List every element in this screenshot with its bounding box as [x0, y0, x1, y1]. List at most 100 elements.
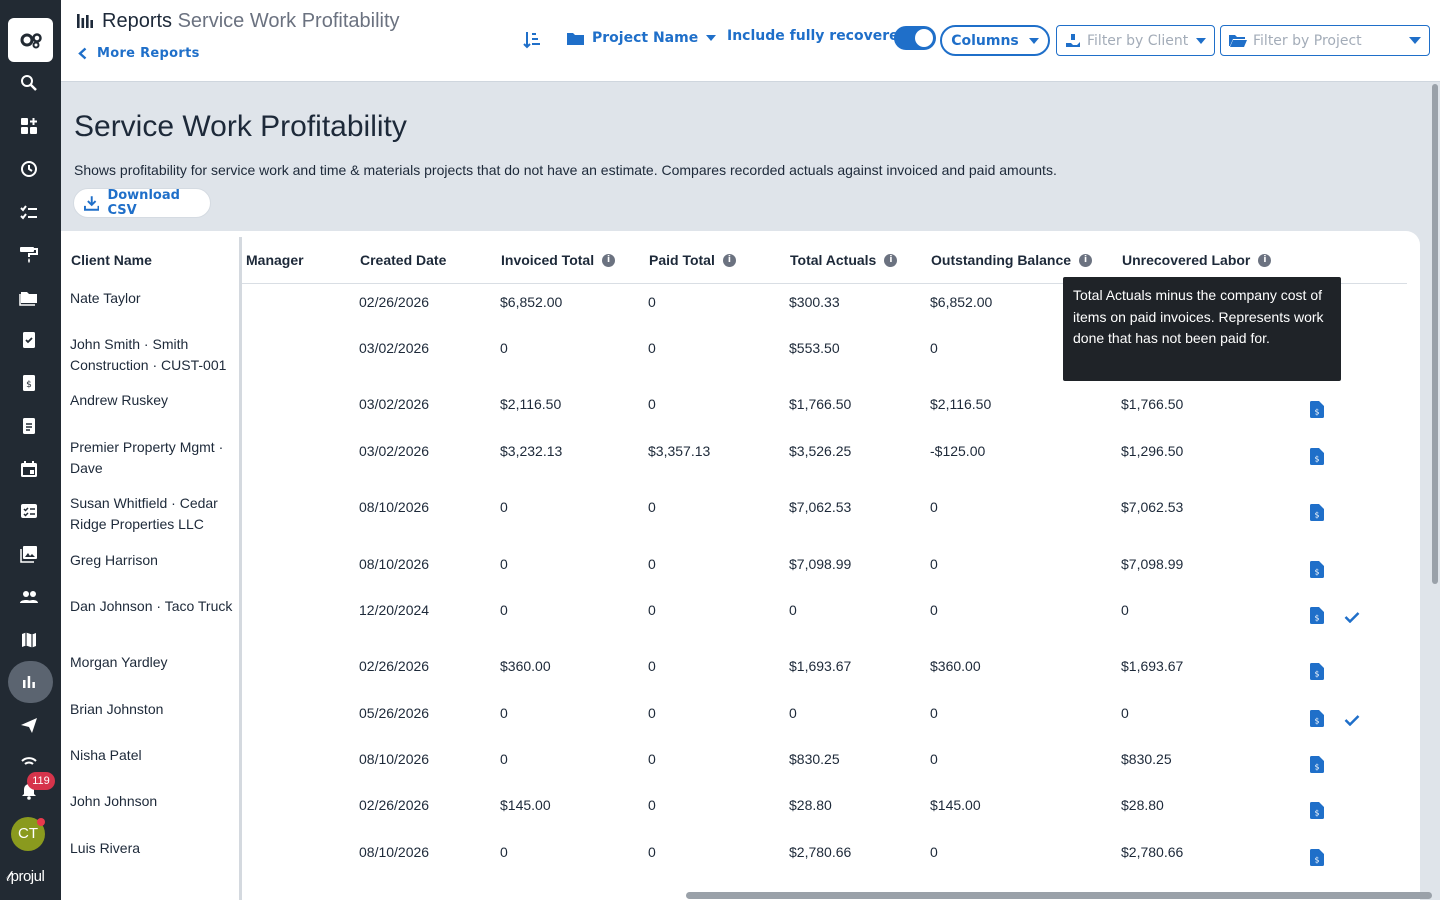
- cell-unrecovered: 0: [1121, 602, 1129, 618]
- estimate-doc-icon[interactable]: [15, 326, 43, 354]
- cell-actuals: $7,098.99: [789, 556, 852, 572]
- info-icon[interactable]: i: [1079, 253, 1093, 267]
- folders-icon[interactable]: [15, 283, 43, 311]
- include-recovered-toggle[interactable]: [894, 26, 936, 50]
- clock-icon[interactable]: [15, 155, 43, 183]
- column-header[interactable]: Client Name: [71, 252, 152, 268]
- column-header[interactable]: Total Actuals i: [790, 252, 898, 268]
- invoice-doc-icon[interactable]: $: [1310, 561, 1324, 578]
- invoice-doc-icon[interactable]: $: [1310, 448, 1324, 465]
- info-icon[interactable]: i: [884, 253, 898, 267]
- cell-paid: 0: [648, 844, 656, 860]
- client-name-cell[interactable]: John Johnson: [70, 791, 238, 812]
- invoice-doc-icon[interactable]: $: [1310, 401, 1324, 418]
- svg-text:$: $: [1315, 717, 1320, 726]
- cell-invoiced: $3,232.13: [500, 443, 563, 459]
- invoice-doc-icon[interactable]: $: [15, 369, 43, 397]
- client-name-cell[interactable]: Greg Harrison: [70, 550, 238, 571]
- nav-rail: $ 119 CT 𝓉projul: [0, 0, 61, 900]
- cell-outstanding: 0: [930, 705, 938, 721]
- cell-paid: 0: [648, 797, 656, 813]
- column-header[interactable]: Unrecovered Labor i: [1122, 252, 1272, 268]
- info-icon[interactable]: i: [602, 253, 616, 267]
- invoice-doc-icon[interactable]: $: [1310, 710, 1324, 727]
- info-icon[interactable]: i: [722, 253, 736, 267]
- column-header-label: Total Actuals: [790, 252, 877, 268]
- info-icon[interactable]: i: [1258, 253, 1272, 267]
- cell-invoiced: 0: [500, 499, 508, 515]
- column-header-label: Outstanding Balance: [931, 252, 1072, 268]
- cell-unrecovered: $830.25: [1121, 751, 1172, 767]
- cell-invoiced: 0: [500, 705, 508, 721]
- cell-paid: 0: [648, 396, 656, 412]
- column-header[interactable]: Paid Total i: [649, 252, 736, 268]
- map-icon[interactable]: [15, 626, 43, 654]
- tasks-board-icon[interactable]: [15, 497, 43, 525]
- download-csv-label: Download CSV: [107, 188, 180, 218]
- checklist-icon[interactable]: [15, 198, 43, 226]
- client-name-cell[interactable]: Dan Johnson · Taco Truck: [70, 596, 238, 617]
- client-name-cell[interactable]: Susan Whitfield · Cedar Ridge Properties…: [70, 493, 238, 535]
- paint-roller-icon[interactable]: [15, 240, 43, 268]
- bar-chart-icon[interactable]: [15, 668, 43, 696]
- client-name-cell[interactable]: Premier Property Mgmt · Dave: [70, 437, 238, 479]
- people-icon[interactable]: [15, 583, 43, 611]
- sort-icon[interactable]: [522, 30, 542, 54]
- reports-icon: [76, 12, 94, 34]
- invoice-doc-icon[interactable]: $: [1310, 802, 1324, 819]
- cell-created: 03/02/2026: [359, 396, 430, 412]
- invoice-doc-icon[interactable]: $: [1310, 607, 1324, 624]
- horizontal-scrollbar[interactable]: [686, 892, 1432, 899]
- client-name-cell[interactable]: Luis Rivera: [70, 838, 238, 859]
- cell-invoiced: 0: [500, 751, 508, 767]
- signal-icon[interactable]: [15, 752, 43, 766]
- caret-down-icon: [1196, 37, 1206, 44]
- column-header[interactable]: Outstanding Balance i: [931, 252, 1093, 268]
- group-by-dropdown[interactable]: Project Name: [567, 30, 717, 46]
- column-header[interactable]: Created Date: [360, 252, 446, 268]
- folder-open-icon: [1229, 35, 1247, 47]
- more-reports-link[interactable]: More Reports: [78, 46, 200, 61]
- download-icon: [84, 196, 100, 211]
- cell-paid: 0: [648, 751, 656, 767]
- svg-text:$: $: [1315, 408, 1320, 417]
- calendar-icon[interactable]: [15, 455, 43, 483]
- cell-actuals: $553.50: [789, 340, 840, 356]
- invoice-doc-icon[interactable]: $: [1310, 504, 1324, 521]
- column-header-label: Unrecovered Labor: [1122, 252, 1251, 268]
- cell-paid: 0: [648, 556, 656, 572]
- column-header-label: Client Name: [71, 252, 152, 268]
- cell-created: 02/26/2026: [359, 658, 430, 674]
- client-name-cell[interactable]: John Smith · Smith Construction · CUST-0…: [70, 334, 238, 376]
- page-description: Shows profitability for service work and…: [74, 162, 1057, 178]
- download-csv-button[interactable]: Download CSV: [73, 188, 211, 218]
- client-name-cell[interactable]: Nisha Patel: [70, 745, 238, 766]
- client-name-cell[interactable]: Andrew Ruskey: [70, 390, 238, 411]
- columns-button[interactable]: Columns: [940, 25, 1050, 56]
- cell-actuals: $3,526.25: [789, 443, 852, 459]
- vertical-scrollbar[interactable]: [1432, 84, 1438, 584]
- client-name-cell[interactable]: Brian Johnston: [70, 699, 238, 720]
- client-name-cell[interactable]: Nate Taylor: [70, 288, 238, 309]
- dashboard-add-icon[interactable]: [15, 112, 43, 140]
- filter-project-dropdown[interactable]: Filter by Project: [1220, 25, 1430, 56]
- cell-created: 02/26/2026: [359, 797, 430, 813]
- settings-gears-button[interactable]: [8, 18, 53, 62]
- include-recovered-label: Include fully recovered: [727, 28, 909, 44]
- cell-actuals: $830.25: [789, 751, 840, 767]
- send-icon[interactable]: [15, 711, 43, 739]
- column-header[interactable]: Invoiced Total i: [501, 252, 616, 268]
- cell-created: 08/10/2026: [359, 499, 430, 515]
- change-order-doc-icon[interactable]: [15, 412, 43, 440]
- filter-client-dropdown[interactable]: Filter by Client: [1056, 25, 1215, 56]
- brand-logo: 𝓉projul: [6, 868, 45, 885]
- invoice-doc-icon[interactable]: $: [1310, 756, 1324, 773]
- invoice-doc-icon[interactable]: $: [1310, 663, 1324, 680]
- invoice-doc-icon[interactable]: $: [1310, 849, 1324, 866]
- cell-created: 03/02/2026: [359, 340, 430, 356]
- cell-invoiced: $145.00: [500, 797, 551, 813]
- search-icon[interactable]: [15, 69, 43, 97]
- page-title: Service Work Profitability: [74, 110, 407, 143]
- client-name-cell[interactable]: Morgan Yardley: [70, 652, 238, 673]
- photos-icon[interactable]: [15, 540, 43, 568]
